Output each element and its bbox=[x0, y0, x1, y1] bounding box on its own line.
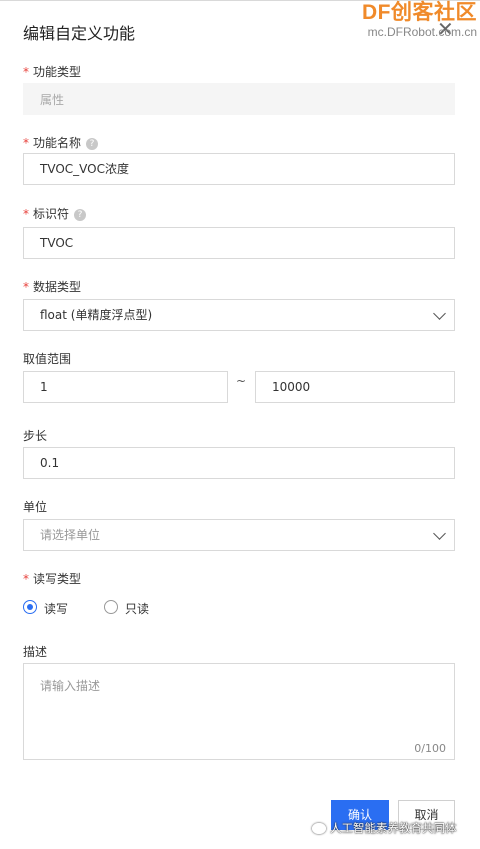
identifier-input[interactable]: TVOC bbox=[23, 227, 455, 259]
radio-read-only-label[interactable]: 只读 bbox=[125, 600, 149, 617]
watermark-brand: DF创客社区 bbox=[362, 1, 477, 24]
rw-type-label: * 读写类型 bbox=[23, 572, 82, 586]
required-mark: * bbox=[23, 280, 29, 294]
required-mark: * bbox=[23, 207, 29, 221]
footer-watermark: 人工智能素养教育共同体 bbox=[312, 820, 457, 836]
data-type-select[interactable]: float (单精度浮点型) bbox=[23, 299, 455, 331]
radio-read-only[interactable] bbox=[104, 600, 118, 614]
required-mark: * bbox=[23, 572, 29, 586]
identifier-label: * 标识符? bbox=[23, 205, 87, 222]
required-mark: * bbox=[23, 65, 29, 79]
step-label: 步长 bbox=[23, 429, 48, 443]
required-mark: * bbox=[23, 136, 29, 150]
func-type-field: 属性 bbox=[23, 83, 455, 115]
watermark-url: mc.DFRobot.com.cn bbox=[367, 25, 477, 39]
chevron-down-icon bbox=[433, 527, 446, 540]
dialog-title: 编辑自定义功能 bbox=[23, 24, 136, 43]
range-min-input[interactable]: 1 bbox=[23, 371, 228, 403]
radio-read-write[interactable] bbox=[23, 600, 37, 614]
step-input[interactable]: 0.1 bbox=[23, 447, 455, 479]
description-label: 描述 bbox=[23, 645, 48, 659]
chevron-down-icon bbox=[433, 307, 446, 320]
watermark: DF创客社区 mc.DFRobot.com.cn bbox=[362, 2, 477, 38]
func-type-label: * 功能类型 bbox=[23, 65, 82, 79]
radio-read-write-label[interactable]: 读写 bbox=[44, 600, 68, 617]
range-separator: ~ bbox=[236, 374, 247, 388]
footer-watermark-text: 人工智能素养教育共同体 bbox=[330, 821, 457, 835]
func-name-input[interactable]: TVOC_VOC浓度 bbox=[23, 153, 455, 185]
help-icon[interactable]: ? bbox=[74, 208, 87, 221]
data-type-label: * 数据类型 bbox=[23, 280, 82, 294]
description-placeholder: 请输入描述 bbox=[40, 679, 101, 693]
unit-label: 单位 bbox=[23, 500, 48, 514]
range-label: 取值范围 bbox=[23, 352, 72, 366]
func-name-label: * 功能名称? bbox=[23, 134, 99, 151]
unit-select[interactable]: 请选择单位 bbox=[23, 519, 455, 551]
char-counter: 0/100 bbox=[414, 742, 446, 755]
wechat-icon bbox=[312, 823, 326, 834]
range-max-input[interactable]: 10000 bbox=[255, 371, 455, 403]
help-icon[interactable]: ? bbox=[86, 137, 99, 150]
description-textarea[interactable]: 请输入描述 0/100 bbox=[23, 663, 455, 760]
